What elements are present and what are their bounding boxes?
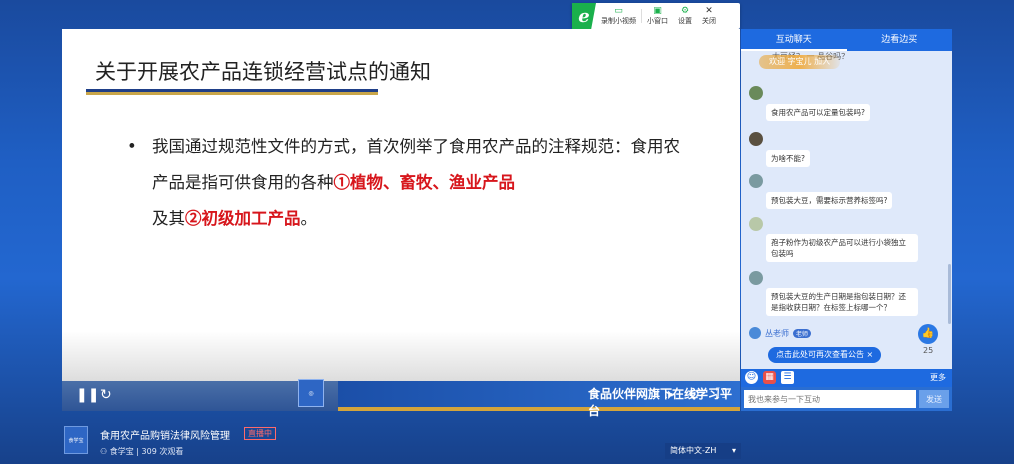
live-badge: 直播中 <box>244 427 276 440</box>
slide-title: 关于开展农产品连锁经营试点的通知 <box>95 60 431 84</box>
record-button[interactable]: ▭ 录制小视频 <box>596 3 641 29</box>
gear-icon: ⚙ <box>680 6 690 16</box>
title-underline-accent <box>86 92 378 95</box>
video-control-bar: ❚❚ ↻ 食品伙伴网旗下在线学习平台 ◎ 🕩 ⚙ ⛶ <box>62 379 740 418</box>
presentation-slide: 关于开展农产品连锁经营试点的通知 • 我国通过规范性文件的方式，首次例举了食用农… <box>62 29 740 381</box>
list-item: 孢子粉作为初级农产品可以进行小袋独立包装吗 <box>749 217 918 262</box>
avatar <box>749 327 761 339</box>
chat-panel: 互动聊天 边看边买 大豆经？ 一 品谷吗？ 欢迎 字宝儿 加入 食用农产品可以定… <box>741 29 952 411</box>
like-count: 25 <box>923 346 934 355</box>
course-logo: 食学宝 <box>64 426 88 454</box>
close-button[interactable]: ✕ 关闭 <box>697 3 721 29</box>
pause-icon[interactable]: ❚❚ <box>76 387 99 403</box>
panel-tabs: 互动聊天 边看边买 <box>741 29 952 51</box>
fullscreen-icon[interactable]: ⛶ <box>716 386 726 402</box>
avatar <box>749 271 763 285</box>
avatar <box>749 132 763 146</box>
record-icon: ▭ <box>614 6 623 16</box>
list-item: 预包装大豆的生产日期是指包装日期？还是指收获日期？在标签上标哪一个？ <box>749 271 918 316</box>
teacher-badge: 老师 <box>793 328 812 338</box>
chat-toolbar: ☺ ▦ ☰ 更多 <box>741 369 952 387</box>
watermark-logo: ◎ <box>298 379 324 407</box>
avatar <box>749 174 763 188</box>
chat-bubble: 食用农产品可以定量包装吗? <box>766 104 870 121</box>
stream-meta: ⚇ 食学宝 | 309 次观看 <box>100 446 183 457</box>
view-count: 309 次观看 <box>141 447 184 456</box>
notice-icon[interactable]: ☰ <box>781 371 794 384</box>
bullet-text: 我国通过规范性文件的方式，首次例举了食用农产品的注释规范：食用农产品是指可供食用… <box>152 137 680 228</box>
teacher-row: 丛老师 老师 <box>749 327 812 339</box>
scrollbar[interactable] <box>948 264 951 324</box>
tab-shop[interactable]: 边看边买 <box>847 29 953 51</box>
more-button[interactable]: 更多 <box>930 372 946 383</box>
chat-bubble: 为啥不能? <box>766 150 810 167</box>
gift-icon[interactable]: ▦ <box>763 371 776 384</box>
list-item: 食用农产品可以定量包装吗? <box>749 86 870 121</box>
settings-button[interactable]: ⚙ 设置 <box>673 3 697 29</box>
close-icon: ✕ <box>705 6 713 16</box>
list-item: 为啥不能? <box>749 132 810 167</box>
chat-bubble: 孢子粉作为初级农产品可以进行小袋独立包装吗 <box>766 234 918 262</box>
course-title: 食用农产品购销法律风险管理 <box>100 431 230 442</box>
chat-bubble: 预包装大豆，需要标示营养标签吗? <box>766 192 893 209</box>
language-select[interactable]: 简体中文-ZH ▾ <box>665 443 741 459</box>
chat-input-row: 发送 <box>741 387 952 411</box>
top-toolbar: e ▭ 录制小视频 ▣ 小窗口 ⚙ 设置 ✕ 关闭 <box>572 3 740 29</box>
chat-input[interactable] <box>744 390 916 408</box>
chat-bubble: 预包装大豆的生产日期是指包装日期？还是指收获日期？在标签上标哪一个？ <box>766 288 918 316</box>
ticker-banner: 食品伙伴网旗下在线学习平台 <box>338 381 740 418</box>
user-icon: ⚇ <box>100 447 108 456</box>
mini-window-icon: ▣ <box>653 6 662 16</box>
list-item: 预包装大豆，需要标示营养标签吗? <box>749 174 893 209</box>
slide-fade <box>62 331 740 381</box>
thumbs-up-icon[interactable]: 👍 <box>918 324 938 344</box>
refresh-icon[interactable]: ↻ <box>100 387 112 403</box>
mini-window-button[interactable]: ▣ 小窗口 <box>642 3 673 29</box>
emoji-icon[interactable]: ☺ <box>745 371 758 384</box>
notice-button[interactable]: 点击此处可再次查看公告 × <box>768 347 882 363</box>
tab-chat[interactable]: 互动聊天 <box>741 29 847 51</box>
gear-icon[interactable]: ⚙ <box>688 387 701 403</box>
welcome-banner: 欢迎 字宝儿 加入 <box>759 55 841 69</box>
host-name: 食学宝 <box>109 447 134 456</box>
slide-bullet: • 我国通过规范性文件的方式，首次例举了食用农产品的注释规范：食用农产品是指可供… <box>127 129 687 237</box>
chevron-down-icon: ▾ <box>731 446 736 455</box>
volume-icon[interactable]: 🕩 <box>664 387 673 403</box>
bullet-dot: • <box>127 137 137 156</box>
brand-logo: e <box>572 3 596 29</box>
send-button[interactable]: 发送 <box>919 390 949 408</box>
avatar <box>749 86 763 100</box>
avatar <box>749 217 763 231</box>
